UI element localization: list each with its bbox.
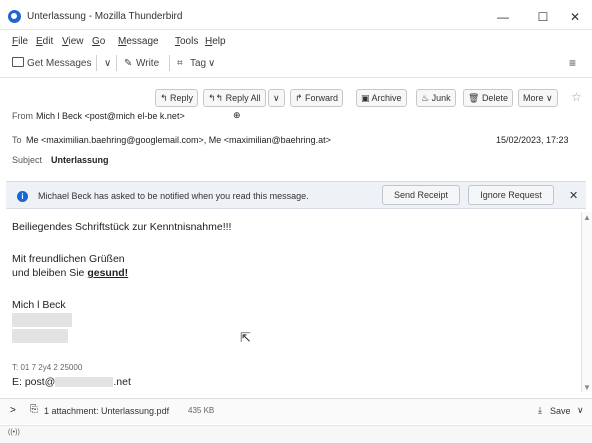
download-icon: ⤓ xyxy=(538,405,542,415)
scroll-up-icon[interactable]: ▲ xyxy=(583,213,591,222)
body-line-2: Mit freundlichen Grüßen xyxy=(12,253,125,265)
body-line-3: und bleiben Sie gesund! xyxy=(12,267,129,279)
reply-icon: ↰ xyxy=(160,93,171,103)
message-date: 15/02/2023, 17:23 xyxy=(496,135,569,145)
attachment-label[interactable]: 1 attachment: Unterlassung.pdf xyxy=(44,406,169,416)
trash-icon: 🗑 xyxy=(468,93,482,103)
menu-bar xyxy=(0,31,592,49)
body-line-1: Beiliegendes Schriftstück zur Kenntnisna… xyxy=(12,221,232,233)
status-bar xyxy=(0,425,592,443)
write-button[interactable]: Write xyxy=(136,58,159,69)
signature-phone: T: 01 7 2y4 2 25000 xyxy=(12,363,83,372)
forward-button[interactable]: ↱ Forward xyxy=(290,89,344,107)
menu-file[interactable]: File xyxy=(12,36,28,47)
scroll-down-icon[interactable]: ▼ xyxy=(583,383,591,392)
notification-message: Michael Beck has asked to be notified wh… xyxy=(38,191,309,201)
get-messages-dropdown[interactable]: ∨ xyxy=(104,58,111,69)
message-scrollbar[interactable] xyxy=(581,212,592,392)
menu-edit[interactable]: Edit xyxy=(36,36,53,47)
reply-all-button[interactable]: ↰↰ Reply All xyxy=(203,89,266,107)
toolbar-separator xyxy=(96,55,97,71)
minimize-button[interactable]: — xyxy=(483,6,523,28)
menu-message[interactable]: Message xyxy=(118,36,159,47)
mouse-cursor-icon: ⇱ xyxy=(240,330,251,345)
from-value[interactable]: Mich l Beck <post@mich el-be k.net> xyxy=(36,111,185,121)
menu-help[interactable]: Help xyxy=(205,36,226,47)
star-icon[interactable]: ☆ xyxy=(571,90,582,104)
reply-all-icon: ↰↰ xyxy=(208,93,226,103)
send-receipt-button[interactable]: Send Receipt xyxy=(382,185,460,205)
delete-button[interactable]: 🗑 Delete xyxy=(463,89,513,107)
to-label: To xyxy=(12,135,22,145)
contact-icon[interactable]: ⊕ xyxy=(233,110,241,121)
window-title: Unterlassung - Mozilla Thunderbird xyxy=(27,11,183,22)
signature-email: E: post@ .net xyxy=(12,376,131,388)
junk-button[interactable]: ♨ Junk xyxy=(416,89,456,107)
subject-label: Subject xyxy=(12,155,43,165)
close-window-button[interactable]: ✕ xyxy=(555,6,592,28)
tag-dropdown[interactable]: ∨ xyxy=(208,58,215,69)
save-dropdown[interactable]: ∨ xyxy=(577,405,584,416)
redacted-block xyxy=(12,329,68,343)
attachment-size: 435 KB xyxy=(188,406,215,415)
paperclip-icon: ⎘ xyxy=(30,404,38,415)
menu-go[interactable]: Go xyxy=(92,36,105,47)
save-button[interactable]: Save xyxy=(550,406,571,416)
menu-tools[interactable]: Tools xyxy=(175,36,198,47)
online-status-icon[interactable]: ((•)) xyxy=(8,429,20,436)
toolbar-separator xyxy=(116,55,117,71)
from-label: From xyxy=(12,111,33,121)
archive-icon: ▣ xyxy=(361,93,372,103)
ignore-request-button[interactable]: Ignore Request xyxy=(468,185,554,205)
to-value[interactable]: Me <maximilian.baehring@googlemail.com>,… xyxy=(26,135,331,145)
junk-icon: ♨ xyxy=(421,93,432,103)
pencil-icon: ✎ xyxy=(124,58,133,69)
app-menu-icon[interactable]: ≡ xyxy=(569,56,576,70)
redacted-block xyxy=(12,313,72,327)
menu-view[interactable]: View xyxy=(62,36,84,47)
archive-button[interactable]: ▣ Archive xyxy=(356,89,407,107)
reply-all-dropdown[interactable]: ∨ xyxy=(268,89,285,107)
tag-icon: ⌗ xyxy=(177,58,183,69)
inbox-icon xyxy=(12,57,24,67)
info-icon: i xyxy=(17,191,28,202)
get-messages-button[interactable]: Get Messages xyxy=(27,58,91,69)
thunderbird-logo-icon xyxy=(8,10,21,23)
close-notification-button[interactable]: ✕ xyxy=(569,189,578,202)
signature-name: Mich l Beck xyxy=(12,299,66,311)
more-button[interactable]: More ∨ xyxy=(518,89,558,107)
reply-button[interactable]: ↰ Reply xyxy=(155,89,199,107)
forward-icon: ↱ xyxy=(295,93,306,103)
tag-button[interactable]: Tag xyxy=(190,58,206,69)
expand-attachments-button[interactable]: > xyxy=(10,405,16,416)
toolbar-separator xyxy=(169,55,170,71)
subject-value: Unterlassung xyxy=(51,155,109,165)
